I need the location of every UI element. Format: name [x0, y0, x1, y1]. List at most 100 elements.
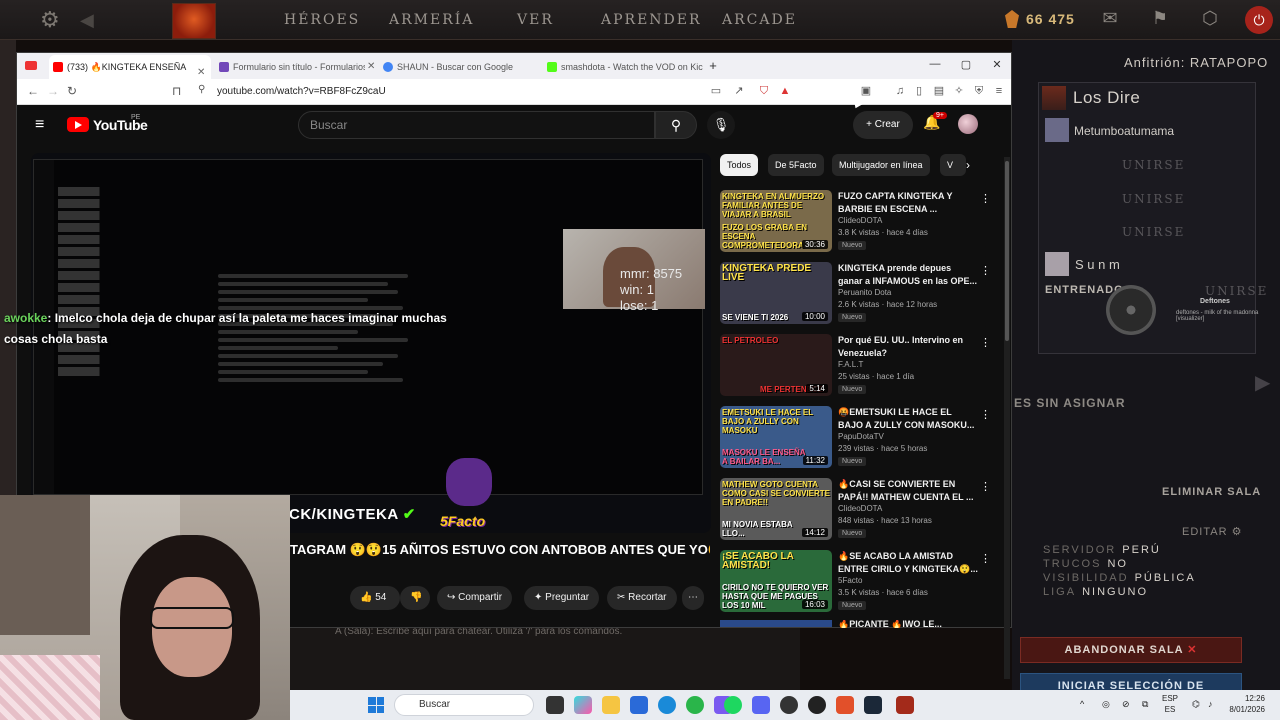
rec-channel[interactable]: PapuDotaTV: [838, 432, 884, 441]
join-button[interactable]: UNIRSE: [1122, 225, 1185, 239]
windows-start-icon[interactable]: [368, 697, 384, 713]
dota-icon[interactable]: [896, 696, 914, 714]
reload-icon[interactable]: ↻: [67, 84, 77, 98]
volume-icon[interactable]: ♪: [1208, 699, 1213, 709]
rec-channel[interactable]: ClideoDOTA: [838, 216, 882, 225]
nav-heroes[interactable]: HÉROES: [284, 12, 360, 28]
search-button[interactable]: ⚲: [655, 111, 697, 139]
create-button[interactable]: + Crear: [853, 111, 913, 139]
rec-channel[interactable]: F.A.L.T: [838, 360, 863, 369]
discord-icon[interactable]: [752, 696, 770, 714]
chevron-up-icon[interactable]: ^: [1080, 699, 1084, 709]
thumbnail[interactable]: EL PETROLEO ME PERTENECE 5:14: [720, 334, 832, 396]
rec-channel[interactable]: ClideoDOTA: [838, 504, 882, 513]
brave-icon[interactable]: [836, 696, 854, 714]
new-tab-button[interactable]: +: [703, 58, 723, 73]
app-icon[interactable]: [808, 696, 826, 714]
close-window-button[interactable]: ✕: [987, 58, 1007, 71]
edit-button[interactable]: EDITAR ⚙: [1182, 525, 1242, 538]
more-vert-icon[interactable]: ⋮: [980, 480, 991, 493]
thumbnail-partial[interactable]: [720, 620, 832, 627]
close-icon[interactable]: ✕: [367, 61, 375, 72]
rec-title[interactable]: 🔥SE ACABO LA AMISTAD ENTRE CIRILO Y KING…: [838, 550, 978, 576]
rec-title[interactable]: KINGTEKA prende depues ganar a INFAMOUS …: [838, 262, 978, 288]
copilot-icon[interactable]: [574, 696, 592, 714]
rec-title-partial[interactable]: 🔥PICANTE 🔥IWO LE...: [838, 620, 942, 628]
rec-item[interactable]: EL PETROLEO ME PERTENECE 5:14 Por qué EU…: [720, 334, 1000, 404]
ai-icon[interactable]: ✧: [952, 84, 966, 98]
tab-kick[interactable]: smashdota - Watch the VOD on Kick: [543, 55, 703, 79]
menu-icon[interactable]: ≡: [992, 84, 1006, 98]
dota-logo[interactable]: [172, 3, 216, 39]
rewards-icon[interactable]: ▲: [778, 84, 792, 98]
tray-icon[interactable]: ⊘: [1122, 699, 1130, 710]
clock[interactable]: 12:26 8/01/2026: [1225, 693, 1265, 715]
bookmark-icon[interactable]: ⊓: [172, 84, 181, 98]
cast-icon[interactable]: ▭: [709, 84, 723, 98]
rec-item[interactable]: ¡SE ACABO LA AMISTAD! CIRILO NO TE QUIER…: [720, 550, 1000, 620]
thumbnail[interactable]: KINGTEKA PREDE LIVE SE VIENE TI 2026 10:…: [720, 262, 832, 324]
language-indicator[interactable]: ESP ES: [1162, 693, 1178, 715]
task-view-icon[interactable]: [546, 696, 564, 714]
join-button[interactable]: UNIRSE: [1122, 158, 1185, 172]
thumbnail[interactable]: MATHEW GOTO CUENTA COMO CASI SE CONVIERT…: [720, 478, 832, 540]
tray-icon[interactable]: ◎: [1102, 699, 1110, 710]
hamburger-icon[interactable]: ≡: [35, 116, 44, 134]
thumbnail[interactable]: EMETSUKI LE HACE EL BAJO A ZULLY CON MAS…: [720, 406, 832, 468]
more-vert-icon[interactable]: ⋮: [980, 336, 991, 349]
more-vert-icon[interactable]: ⋮: [980, 552, 991, 565]
brave-shield-icon[interactable]: ⛉: [757, 84, 771, 98]
tab-google[interactable]: SHAUN - Buscar con Google: [379, 55, 529, 79]
plus-hex-icon[interactable]: ⬡: [1197, 8, 1223, 32]
whatsapp-icon[interactable]: [686, 696, 704, 714]
back-icon[interactable]: ←: [27, 84, 39, 98]
armory-icon[interactable]: ⚑: [1147, 8, 1173, 32]
rec-item[interactable]: KINGTEKA PREDE LIVE SE VIENE TI 2026 10:…: [720, 262, 1000, 332]
more-button[interactable]: ⋯: [682, 586, 704, 610]
more-vert-icon[interactable]: ⋮: [980, 192, 991, 205]
nav-learn[interactable]: APRENDER: [601, 12, 702, 28]
back-arrow-icon[interactable]: ◀: [80, 10, 94, 31]
tab-forms[interactable]: Formulario sin título - Formularios de: [215, 55, 365, 79]
forward-icon[interactable]: →: [47, 84, 59, 98]
share-icon[interactable]: ↗: [732, 84, 746, 98]
youtube-logo-icon[interactable]: [67, 117, 89, 132]
nav-watch[interactable]: VER: [517, 12, 554, 28]
rec-item[interactable]: KINGTEKA EN ALMUERZO FAMILIAR ANTES DE V…: [720, 190, 1000, 260]
mail-icon[interactable]: ✉: [1097, 8, 1123, 32]
maximize-button[interactable]: ▢: [956, 58, 976, 71]
rec-item[interactable]: MATHEW GOTO CUENTA COMO CASI SE CONVIERT…: [720, 478, 1000, 548]
join-button[interactable]: UNIRSE: [1122, 192, 1185, 206]
share-button[interactable]: ↪ Compartir: [437, 586, 513, 610]
tray-icon[interactable]: ⧉: [1142, 699, 1148, 710]
close-icon[interactable]: ✕: [197, 61, 205, 79]
chip-all[interactable]: Todos: [720, 154, 759, 176]
chip-more[interactable]: V: [940, 154, 966, 176]
thumbnail[interactable]: KINGTEKA EN ALMUERZO FAMILIAR ANTES DE V…: [720, 190, 832, 252]
leave-room-button[interactable]: ABANDONAR SALA ✕: [1020, 637, 1242, 663]
rec-title[interactable]: FUZO CAPTA KINGTEKA Y BARBIE EN ESCENA .…: [838, 190, 978, 216]
wallet-icon[interactable]: ▤: [932, 84, 946, 98]
site-info-icon[interactable]: ⚲: [198, 84, 205, 95]
rec-title[interactable]: 🤬EMETSUKI LE HACE EL BAJO A ZULLY CON MA…: [838, 406, 978, 432]
sidebar-icon[interactable]: ▯: [912, 84, 926, 98]
power-icon[interactable]: ⏻: [1245, 6, 1273, 34]
chip-multiplayer[interactable]: Multijugador en línea: [832, 154, 930, 176]
taskbar-search-input[interactable]: Buscar: [394, 694, 534, 716]
more-vert-icon[interactable]: ⋮: [980, 408, 991, 421]
shield-icon[interactable]: ⛨: [972, 84, 986, 98]
more-vert-icon[interactable]: ⋮: [980, 264, 991, 277]
chevron-right-icon[interactable]: ▶: [1255, 370, 1270, 395]
thumbnail[interactable]: ¡SE ACABO LA AMISTAD! CIRILO NO TE QUIER…: [720, 550, 832, 612]
store-icon[interactable]: [630, 696, 648, 714]
url-field[interactable]: youtube.com/watch?v=RBF8FcZ9caU: [217, 86, 386, 97]
like-button[interactable]: 👍 54: [350, 586, 400, 610]
coach-join-button[interactable]: UNIRSE: [1205, 284, 1268, 298]
rec-item[interactable]: EMETSUKI LE HACE EL BAJO A ZULLY CON MAS…: [720, 406, 1000, 476]
file-explorer-icon[interactable]: [602, 696, 620, 714]
rec-channel[interactable]: Peruanito Dota: [838, 288, 891, 297]
rec-title[interactable]: 🔥CASI SE CONVIERTE EN PAPÁ!! MATHEW CUEN…: [838, 478, 978, 504]
avatar[interactable]: [958, 114, 978, 134]
search-input[interactable]: Buscar: [298, 111, 655, 139]
rec-channel[interactable]: 5Facto: [838, 576, 862, 585]
